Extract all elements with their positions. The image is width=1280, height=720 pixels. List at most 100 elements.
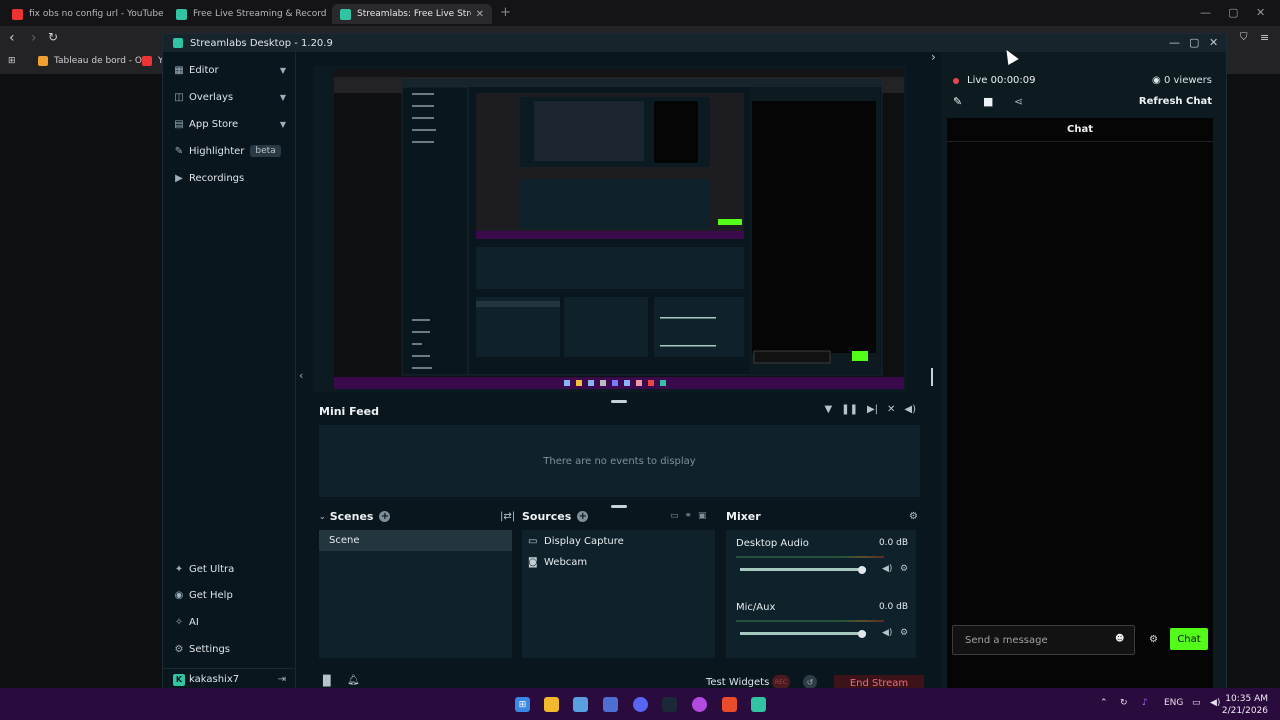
sidebar-item-recordings[interactable]: ▶ Recordings [163,167,296,189]
file-explorer-icon[interactable] [544,697,559,712]
app-store-icon: ▤ [174,118,184,130]
tray-app-icon[interactable]: ♪ [1142,698,1148,708]
sidebar-item-ai[interactable]: ✧ AI [163,611,296,633]
gear-icon[interactable]: ⚙ [1149,634,1158,645]
windows-start-icon[interactable]: ⊞ [515,697,530,712]
close-icon[interactable]: ✕ [1209,36,1218,49]
emoji-icon[interactable]: ☻ [1115,634,1124,644]
sidebar-item-app-store[interactable]: ▤ App Store ▼ [163,113,296,135]
scene-item[interactable]: Scene [319,530,512,551]
send-chat-button[interactable]: Chat [1170,628,1208,650]
sources-header: Sources + [522,510,589,523]
mixer-header: Mixer [726,510,761,523]
steam-icon[interactable] [662,697,677,712]
performance-icon[interactable]: ▐▌ [319,676,334,687]
replay-buffer-icon[interactable]: ↺ [803,675,817,689]
brave-icon[interactable] [722,697,737,712]
mixer-channel-db: 0.0 dB [878,602,908,612]
volume-slider[interactable] [740,568,866,571]
minimize-icon[interactable]: — [1169,36,1180,49]
empty-message: There are no events to display [543,455,696,467]
system-clock[interactable]: 10:35 AM 2/21/2026 [1222,693,1268,717]
source-item[interactable]: ▭ Display Capture [528,536,624,547]
add-scene-button[interactable]: + [379,511,391,522]
skip-icon[interactable]: ▶| [867,404,878,415]
logout-icon[interactable]: ⇥ [278,674,286,685]
monitor-app-icon[interactable] [573,697,588,712]
volume-icon[interactable]: ◀) [1210,698,1220,708]
gear-icon[interactable]: ⚙ [909,511,918,522]
tab-streamlabs-site[interactable]: Free Live Streaming & Recording Sof [168,4,326,24]
volume-slider[interactable] [740,632,866,635]
drag-handle[interactable] [611,400,627,403]
volume-knob[interactable] [858,629,867,638]
tab-streamlabs-active[interactable]: Streamlabs: Free Live Streaming ✕ [332,4,492,24]
source-item[interactable]: ◙ Webcam [528,557,587,568]
gear-icon[interactable]: ⚙ [900,564,908,574]
close-icon[interactable]: ✕ [1256,6,1265,19]
maximize-icon[interactable]: ▢ [1228,6,1238,19]
pause-icon[interactable]: ❚❚ [841,404,858,415]
scene-transitions-icon[interactable]: |⇄| [500,511,515,522]
volume-icon[interactable]: ◀) [904,404,916,415]
sidebar-item-account[interactable]: K kakashix7 ⇥ [163,668,296,690]
gear-icon[interactable]: ⚙ [900,628,908,638]
mini-feed: Mini Feed ▼ ❚❚ ▶| ✕ ◀) There are no even… [313,400,926,499]
sidebar-item-get-help[interactable]: ◉ Get Help [163,584,296,606]
sync-icon[interactable]: ↻ [1120,698,1128,708]
webcam-icon: ◙ [528,557,538,568]
menu-icon[interactable]: ≡ [1260,31,1269,44]
source-tools-icons[interactable]: ▭⚭▣ [670,511,713,521]
close-tab-icon[interactable]: ✕ [476,9,484,20]
new-tab-button[interactable]: + [500,5,511,20]
notifications-icon[interactable]: 🔔︎ [347,675,360,686]
drag-handle[interactable] [611,505,627,508]
minimize-icon[interactable]: — [1200,6,1211,19]
resize-handle[interactable] [931,368,933,386]
bookmark-item[interactable]: Y [142,56,164,66]
store-icon[interactable] [603,697,618,712]
maximize-icon[interactable]: ▢ [1189,36,1199,49]
filter-icon[interactable]: ▼ [824,404,832,415]
chat-embed: Chat Send a message ☻ ⚙ Chat [947,118,1213,688]
network-icon[interactable]: ▭ [1192,698,1201,708]
apps-icon[interactable]: ⊞ [8,56,16,66]
expand-chat-icon[interactable]: › [931,50,936,64]
record-button[interactable]: REC [772,675,790,689]
camera-icon[interactable]: ■ [983,95,993,108]
scenes-header: ⌄ Scenes + [319,510,391,523]
tab-youtube[interactable]: fix obs no config url - YouTube [4,4,164,24]
refresh-chat-button[interactable]: Refresh Chat [1139,96,1212,107]
sidebar-item-highlighter[interactable]: ✎ Highlighter beta [163,140,296,162]
stream-preview[interactable] [313,66,906,392]
edit-stream-info-icon[interactable]: ✎ [953,95,962,108]
streamlabs-icon[interactable] [751,697,766,712]
forward-icon[interactable]: › [31,30,37,46]
sidebar-item-editor[interactable]: ▦ Editor ▼ [163,59,296,81]
bookmark-item[interactable]: Tableau de bord - O... [38,56,150,66]
volume-knob[interactable] [858,565,867,574]
spotify-icon[interactable] [692,697,707,712]
input-language[interactable]: ENG [1164,698,1183,708]
discord-icon[interactable] [633,697,648,712]
share-icon[interactable]: ⋖ [1014,95,1023,108]
tray-expand-icon[interactable]: ⌃ [1100,698,1108,708]
sidebar-item-settings[interactable]: ⚙ Settings [163,638,296,660]
mute-alerts-icon[interactable]: ✕ [887,404,895,415]
sidebar-item-get-ultra[interactable]: ✦ Get Ultra [163,558,296,580]
monitor-icon: ▭ [528,536,538,547]
collapse-sidebar-icon[interactable]: ‹ [299,369,303,382]
sidebar-item-overlays[interactable]: ◫ Overlays ▼ [163,86,296,108]
reload-icon[interactable]: ↻ [48,30,58,44]
chat-message-input[interactable]: Send a message [952,625,1135,655]
brave-shield-icon[interactable]: ⛉ [1240,32,1248,43]
speaker-icon[interactable]: ◀) [882,564,892,574]
test-widgets-button[interactable]: Test Widgets [706,677,769,688]
audio-meter [736,556,884,558]
beta-badge: beta [250,145,281,157]
chevron-down-icon[interactable]: ⌄ [319,512,326,521]
speaker-icon[interactable]: ◀) [882,628,892,638]
chat-title: Chat [1067,124,1093,135]
add-source-button[interactable]: + [577,511,589,522]
back-icon[interactable]: ‹ [9,30,15,46]
